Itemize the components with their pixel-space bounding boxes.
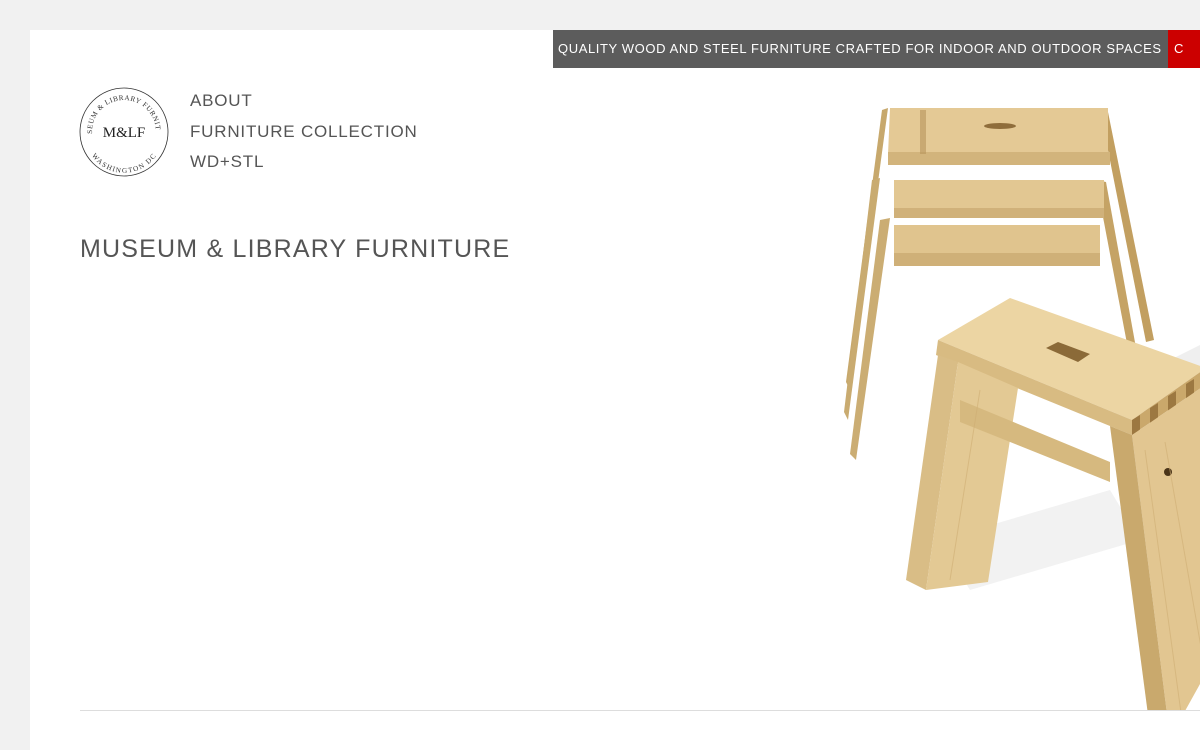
tagline-text: QUALITY WOOD AND STEEL FURNITURE CRAFTED… xyxy=(558,41,1162,56)
contact-tab-label: C xyxy=(1174,41,1184,56)
logo-monogram: M&LF xyxy=(103,125,146,141)
nav-item-wd-stl[interactable]: WD+STL xyxy=(190,147,418,178)
logo-ring-text-bottom: WASHINGTON DC xyxy=(90,152,158,175)
page-title: MUSEUM & LIBRARY FURNITURE xyxy=(80,235,511,263)
main-nav: ABOUT FURNITURE COLLECTION WD+STL xyxy=(190,86,418,178)
nav-item-about[interactable]: ABOUT xyxy=(190,86,418,117)
mlf-logo[interactable]: MUSEUM & LIBRARY FURNITURE WASHINGTON DC… xyxy=(78,86,170,178)
front-stool xyxy=(906,298,1200,710)
nav-item-furniture-collection[interactable]: FURNITURE COLLECTION xyxy=(190,117,418,148)
tagline-banner: QUALITY WOOD AND STEEL FURNITURE CRAFTED… xyxy=(553,30,1168,68)
page: QUALITY WOOD AND STEEL FURNITURE CRAFTED… xyxy=(30,30,1200,750)
contact-tab-button[interactable]: C xyxy=(1168,30,1200,68)
footer-divider xyxy=(80,710,1200,711)
hero-image-wooden-stools xyxy=(844,108,1200,710)
